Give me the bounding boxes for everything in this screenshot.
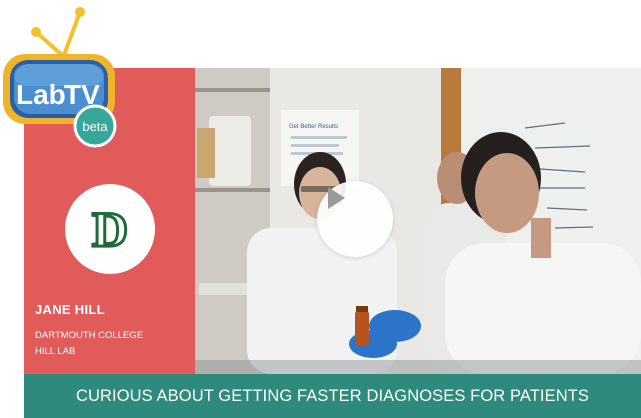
institution-logo: D D [65,184,155,274]
dartmouth-d-logo-icon: D D [90,200,129,258]
caption-bar: CURIOUS ABOUT GETTING FASTER DIAGNOSES F… [24,374,641,418]
video-caption: CURIOUS ABOUT GETTING FASTER DIAGNOSES F… [76,386,589,405]
institution-name: DARTMOUTH COLLEGE [35,330,144,341]
labtv-tv-logo-icon: Lab TV beta [3,7,117,148]
beta-badge: beta [82,119,108,134]
logo-lab-text: Lab [16,79,66,110]
person-name: JANE HILL [35,302,105,317]
lab-name: HILL LAB [35,346,76,357]
svg-text:D: D [92,201,128,257]
svg-text:Get Better Results: Get Better Results [289,124,338,130]
play-icon [328,187,345,209]
video-player[interactable]: Get Better Results [195,68,641,374]
video-thumbnail: Get Better Results [195,68,641,374]
play-button[interactable] [317,181,393,257]
